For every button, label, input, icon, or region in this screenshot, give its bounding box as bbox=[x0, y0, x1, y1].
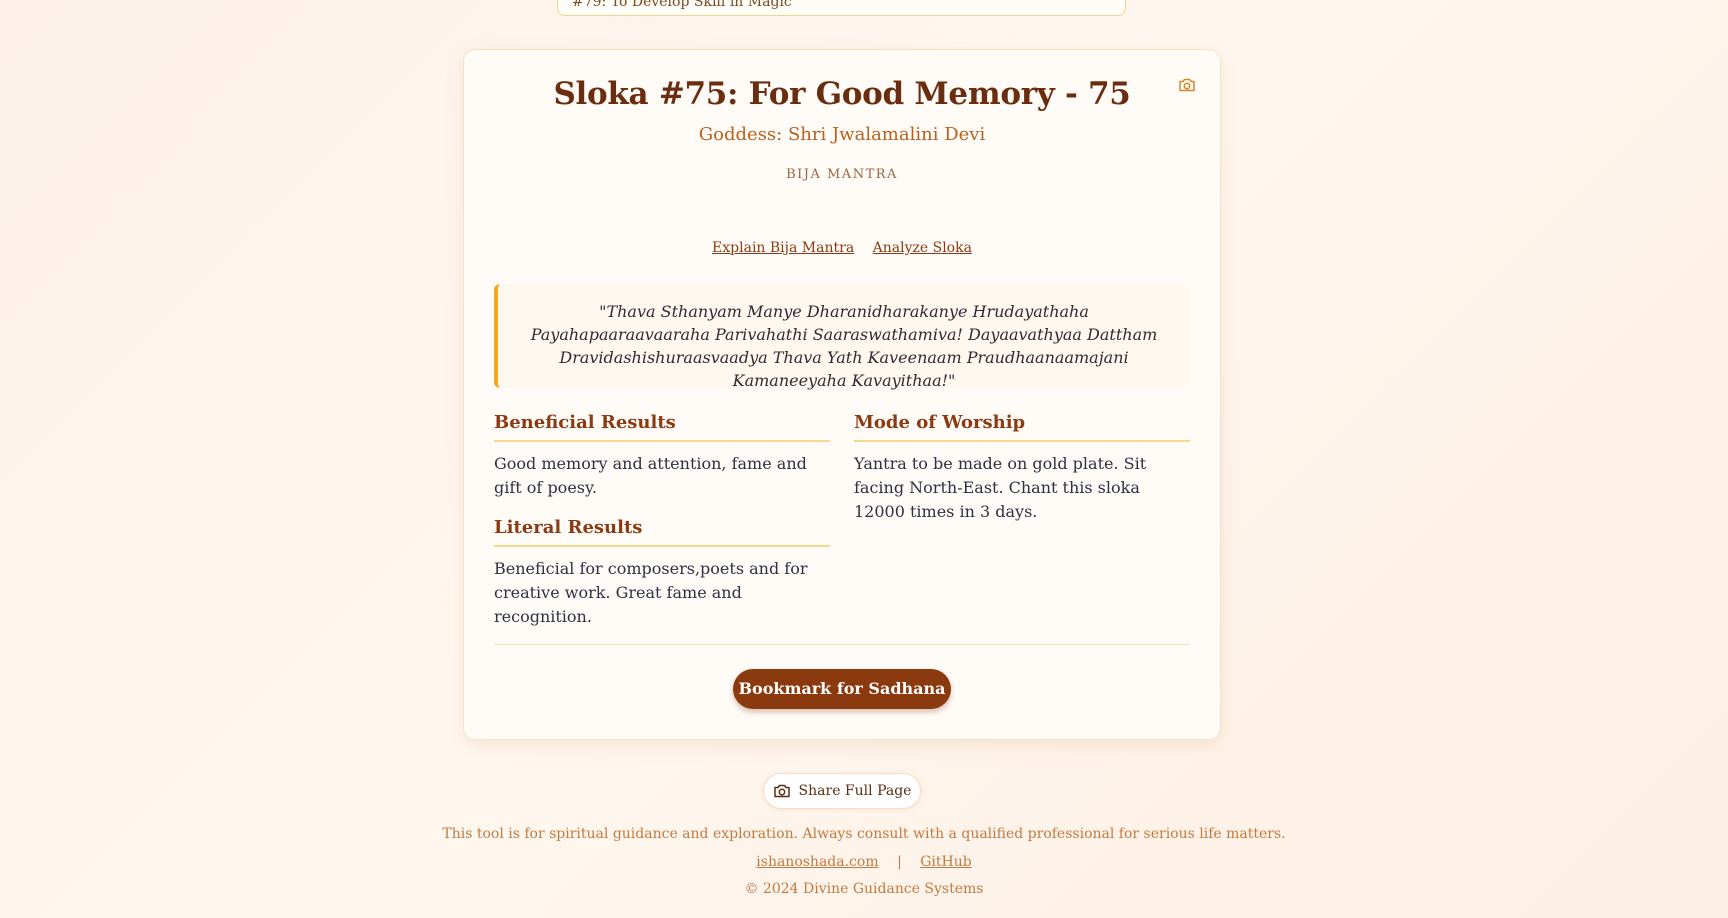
footer-links: ishanoshada.com | GitHub bbox=[0, 854, 1728, 870]
literal-results-heading: Literal Results bbox=[494, 517, 830, 547]
goddess-name: Goddess: Shri Jwalamalini Devi bbox=[698, 124, 986, 145]
share-full-page-label: Share Full Page bbox=[798, 783, 912, 799]
camera-icon bbox=[773, 784, 790, 798]
share-full-page-button[interactable]: Share Full Page bbox=[763, 773, 921, 809]
beneficial-results-section: Beneficial Results Good memory and atten… bbox=[494, 412, 830, 500]
action-links: Explain Bija Mantra Analyze Sloka bbox=[464, 240, 1220, 256]
beneficial-results-text: Good memory and attention, fame and gift… bbox=[494, 454, 807, 497]
sloka-quote: "Thava Sthanyam Manye Dharanidharakanye … bbox=[494, 284, 1190, 390]
mode-of-worship-text: Yantra to be made on gold plate. Sit fac… bbox=[854, 454, 1147, 521]
sloka-card: Sloka #75: For Good Memory - 75 Goddess:… bbox=[463, 49, 1221, 740]
sloka-title: Sloka #75: For Good Memory - 75 bbox=[553, 76, 1131, 112]
bija-mantra-label: BIJA MANTRA bbox=[786, 167, 898, 182]
ishanoshada-link[interactable]: ishanoshada.com bbox=[756, 854, 878, 870]
copyright-text: © 2024 Divine Guidance Systems bbox=[744, 881, 984, 897]
literal-results-section: Literal Results Beneficial for composers… bbox=[494, 517, 830, 629]
github-link[interactable]: GitHub bbox=[920, 854, 971, 870]
disclaimer-text: This tool is for spiritual guidance and … bbox=[442, 826, 1286, 842]
footer-separator: | bbox=[897, 854, 902, 870]
beneficial-results-heading: Beneficial Results bbox=[494, 412, 830, 442]
card-divider bbox=[494, 644, 1190, 645]
analyze-sloka-link[interactable]: Analyze Sloka bbox=[873, 240, 972, 256]
sloka-select[interactable]: #79: To Develop Skill in Magic bbox=[557, 0, 1126, 16]
literal-results-text: Beneficial for composers,poets and for c… bbox=[494, 559, 808, 626]
explain-bija-mantra-link[interactable]: Explain Bija Mantra bbox=[712, 240, 854, 256]
mode-of-worship-section: Mode of Worship Yantra to be made on gol… bbox=[854, 412, 1190, 524]
mode-of-worship-heading: Mode of Worship bbox=[854, 412, 1190, 442]
bookmark-button[interactable]: Bookmark for Sadhana bbox=[733, 669, 951, 709]
